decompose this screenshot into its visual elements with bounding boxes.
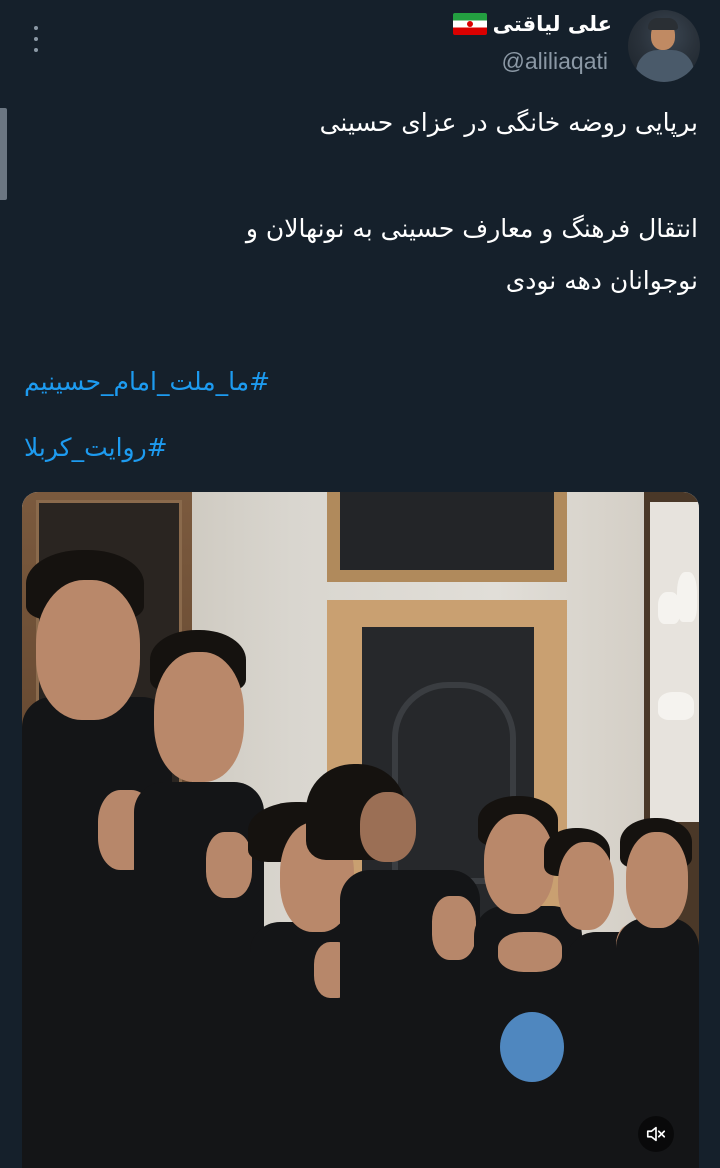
more-options-button[interactable] — [26, 24, 46, 54]
hashtag-link[interactable]: #روایت_کربلا — [24, 418, 424, 478]
hashtags: #ما_ملت_امام_حسینیم #روایت_کربلا — [24, 352, 424, 478]
speaker-muted-icon — [646, 1126, 666, 1142]
scroll-indicator[interactable] — [0, 108, 7, 200]
hashtag-link[interactable]: #ما_ملت_امام_حسینیم — [24, 352, 424, 412]
more-dot-icon — [34, 48, 38, 52]
avatar[interactable] — [628, 10, 700, 82]
mute-button[interactable] — [638, 1116, 674, 1152]
video-thumbnail[interactable] — [22, 492, 699, 1168]
more-dot-icon — [34, 26, 38, 30]
tweet-text: برپایی روضه خانگی در عزای حسینی انتقال ف… — [38, 92, 698, 310]
more-dot-icon — [34, 37, 38, 41]
display-name-text: علی لیاقتی — [492, 12, 612, 36]
username[interactable]: @aliliaqati — [502, 48, 608, 75]
tweet-line: انتقال فرهنگ و معارف حسینی به نونهالان و — [245, 214, 698, 243]
display-name[interactable]: علی لیاقتی — [452, 12, 612, 36]
tweet-line: نوجوانان دهه نودی — [505, 266, 698, 295]
iran-flag-icon — [452, 13, 487, 35]
tweet-line: برپایی روضه خانگی در عزای حسینی — [319, 108, 698, 137]
